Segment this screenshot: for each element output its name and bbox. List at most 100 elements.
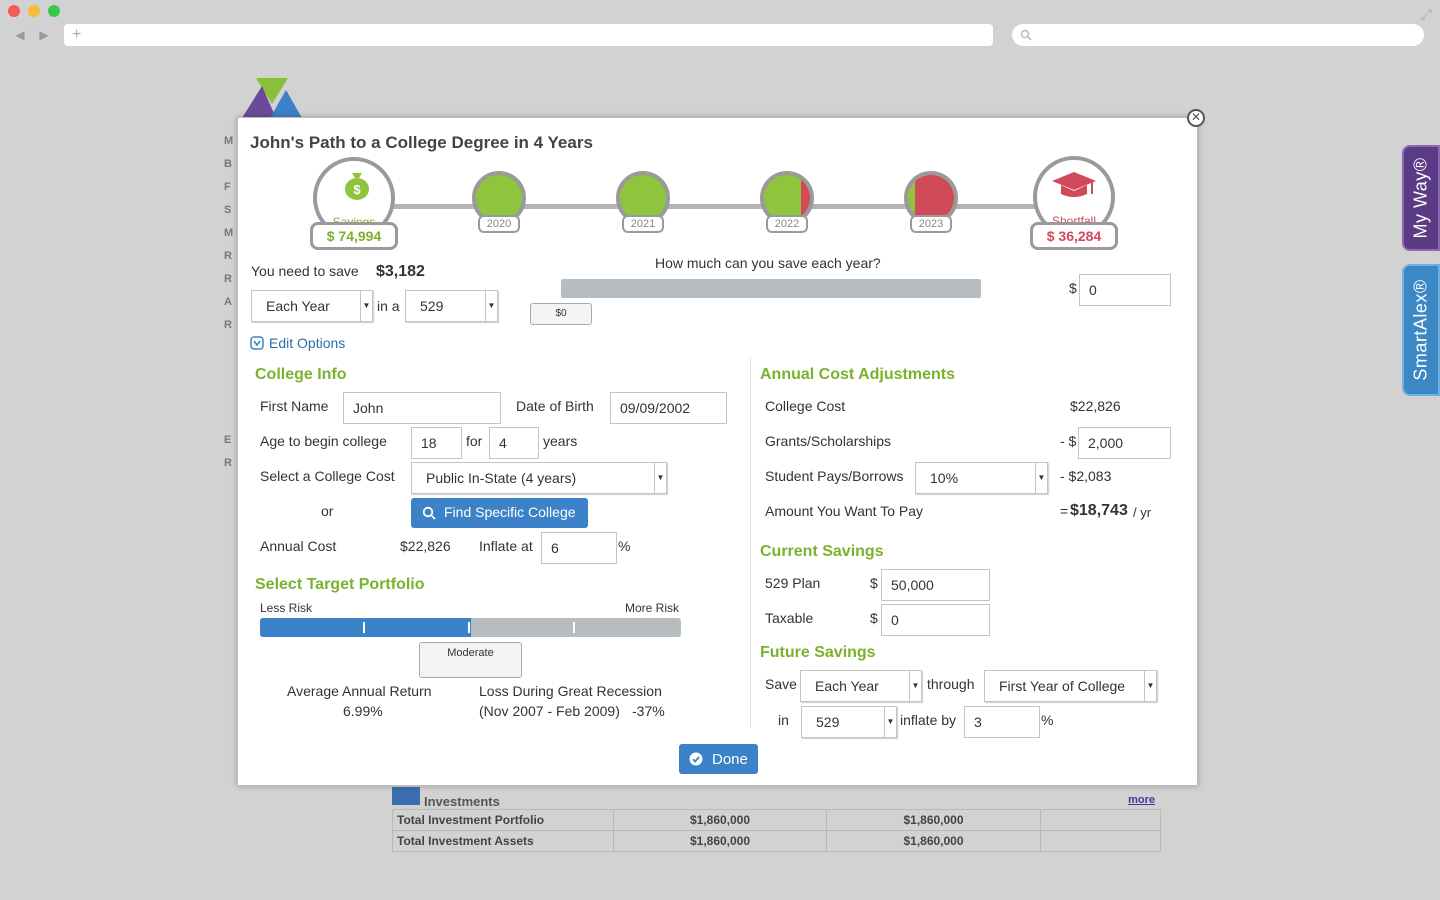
background-nav-item (224, 337, 238, 360)
investments-table: Total Investment Portfolio $1,860,000 $1… (392, 809, 1161, 852)
background-nav-item: R (224, 250, 232, 262)
future-frequency-select[interactable]: Each Year ▼ (800, 670, 922, 702)
table-row: Total Investment Assets $1,860,000 $1,86… (392, 830, 1161, 852)
future-account-select[interactable]: 529 ▼ (801, 706, 897, 738)
background-nav-item: M (224, 135, 234, 147)
risk-handle[interactable]: Moderate (419, 642, 522, 678)
chevron-down-icon: ▼ (1035, 463, 1047, 493)
need-to-save-amount: $3,182 (376, 263, 425, 280)
through-select[interactable]: First Year of College ▼ (984, 670, 1157, 702)
avg-return-value: 6.99% (343, 703, 383, 719)
annual-cost-value: $22,826 (400, 538, 451, 554)
through-label: through (927, 676, 975, 692)
address-bar[interactable]: + (64, 24, 993, 46)
check-circle-icon (689, 752, 703, 766)
risk-slider-fill (260, 618, 471, 637)
year-label: 2022 (766, 215, 808, 233)
plan-529-field[interactable]: 50,000 (881, 569, 990, 601)
expand-icon[interactable]: ⤢ (1421, 6, 1432, 23)
done-button[interactable]: Done (679, 744, 758, 774)
background-nav-item: M (224, 227, 234, 239)
plan-529-label: 529 Plan (765, 575, 821, 591)
less-risk-label: Less Risk (260, 601, 313, 615)
close-window-button[interactable] (8, 5, 20, 17)
close-modal-button[interactable]: ✕ (1187, 109, 1205, 127)
future-inflate-field[interactable]: 3 (964, 706, 1040, 738)
percent-label: % (618, 538, 631, 554)
want-to-pay-amount: $18,743 (1070, 502, 1128, 519)
first-name-field[interactable]: John (343, 392, 501, 424)
taxable-field[interactable]: 0 (881, 604, 990, 636)
savings-amount: $ 74,994 (310, 222, 398, 250)
risk-tick (468, 622, 470, 633)
background-nav-item (224, 406, 238, 429)
save-frequency-select[interactable]: Each Year ▼ (251, 290, 373, 322)
dob-field[interactable]: 09/09/2002 (610, 392, 727, 424)
background-nav-item: E (224, 434, 232, 446)
year-label: 2020 (478, 215, 520, 233)
forward-icon[interactable]: ▶ (34, 26, 54, 44)
college-cost-select[interactable]: Public In-State (4 years) ▼ (411, 462, 667, 494)
collapse-icon[interactable] (250, 336, 264, 350)
need-to-save-label: You need to save (251, 263, 359, 279)
back-icon[interactable]: ◀ (10, 26, 30, 44)
inflate-field[interactable]: 6 (541, 532, 617, 564)
first-name-label: First Name (260, 398, 329, 414)
student-pays-select[interactable]: 10% ▼ (915, 462, 1048, 494)
chevron-down-icon: ▼ (909, 671, 921, 701)
timeline-line (356, 204, 1076, 209)
percent-label: % (1041, 712, 1054, 728)
smartalex-tab[interactable]: SmartAlex® (1402, 264, 1440, 396)
shortfall-amount: $ 36,284 (1030, 222, 1118, 250)
avg-return-label: Average Annual Return (287, 683, 432, 699)
find-college-button[interactable]: Find Specific College (411, 498, 588, 528)
save-account-select[interactable]: 529 ▼ (405, 290, 498, 322)
age-field[interactable]: 18 (411, 427, 462, 459)
student-pays-label: Student Pays/Borrows (765, 468, 904, 484)
maximize-window-button[interactable] (48, 5, 60, 17)
background-nav-item: A (224, 296, 232, 308)
investments-section: Investments more Total Investment Portfo… (392, 787, 1161, 852)
more-link[interactable]: more (1128, 794, 1155, 806)
browser-search-input[interactable] (1012, 24, 1424, 46)
in-label: in (778, 712, 789, 728)
future-savings-title: Future Savings (760, 644, 876, 661)
background-nav-item: B (224, 158, 232, 170)
portfolio-title: Select Target Portfolio (255, 576, 425, 593)
risk-slider[interactable] (260, 618, 681, 637)
background-nav-item: S (224, 204, 232, 216)
background-nav-item (224, 383, 238, 406)
risk-tick (363, 622, 365, 633)
adjustments-title: Annual Cost Adjustments (760, 366, 955, 383)
table-row: Total Investment Portfolio $1,860,000 $1… (392, 809, 1161, 831)
background-nav-item: R (224, 273, 232, 285)
money-bag-icon: $ (345, 173, 369, 200)
chevron-down-icon: ▼ (884, 707, 896, 737)
search-icon (1020, 29, 1032, 41)
slider-handle[interactable]: $0 (530, 303, 592, 325)
grants-field[interactable]: 2,000 (1078, 427, 1171, 459)
college-cost-adj-label: College Cost (765, 398, 846, 414)
annual-save-input[interactable]: 0 (1079, 274, 1171, 306)
my-way-tab[interactable]: My Way® (1402, 145, 1440, 251)
year-label: 2023 (910, 215, 952, 233)
background-nav-item: R (224, 457, 232, 469)
college-cost-adj-value: $22,826 (1070, 398, 1121, 414)
chevron-down-icon: ▼ (485, 291, 497, 321)
college-info-title: College Info (255, 366, 347, 383)
column-divider (750, 358, 751, 728)
risk-tick (573, 622, 575, 633)
new-tab-icon[interactable]: + (72, 24, 81, 46)
years-label: years (543, 433, 578, 449)
savings-slider[interactable] (561, 279, 981, 298)
grants-label: Grants/Scholarships (765, 433, 892, 449)
edit-options-link[interactable]: Edit Options (269, 335, 345, 351)
graduation-cap-icon (1052, 172, 1096, 197)
or-label: or (321, 503, 334, 519)
minimize-window-button[interactable] (28, 5, 40, 17)
want-to-pay-label: Amount You Want To Pay (765, 503, 923, 519)
logo (242, 78, 302, 118)
years-field[interactable]: 4 (489, 427, 539, 459)
want-to-pay-prefix: = (1060, 503, 1069, 519)
dob-label: Date of Birth (516, 398, 594, 414)
